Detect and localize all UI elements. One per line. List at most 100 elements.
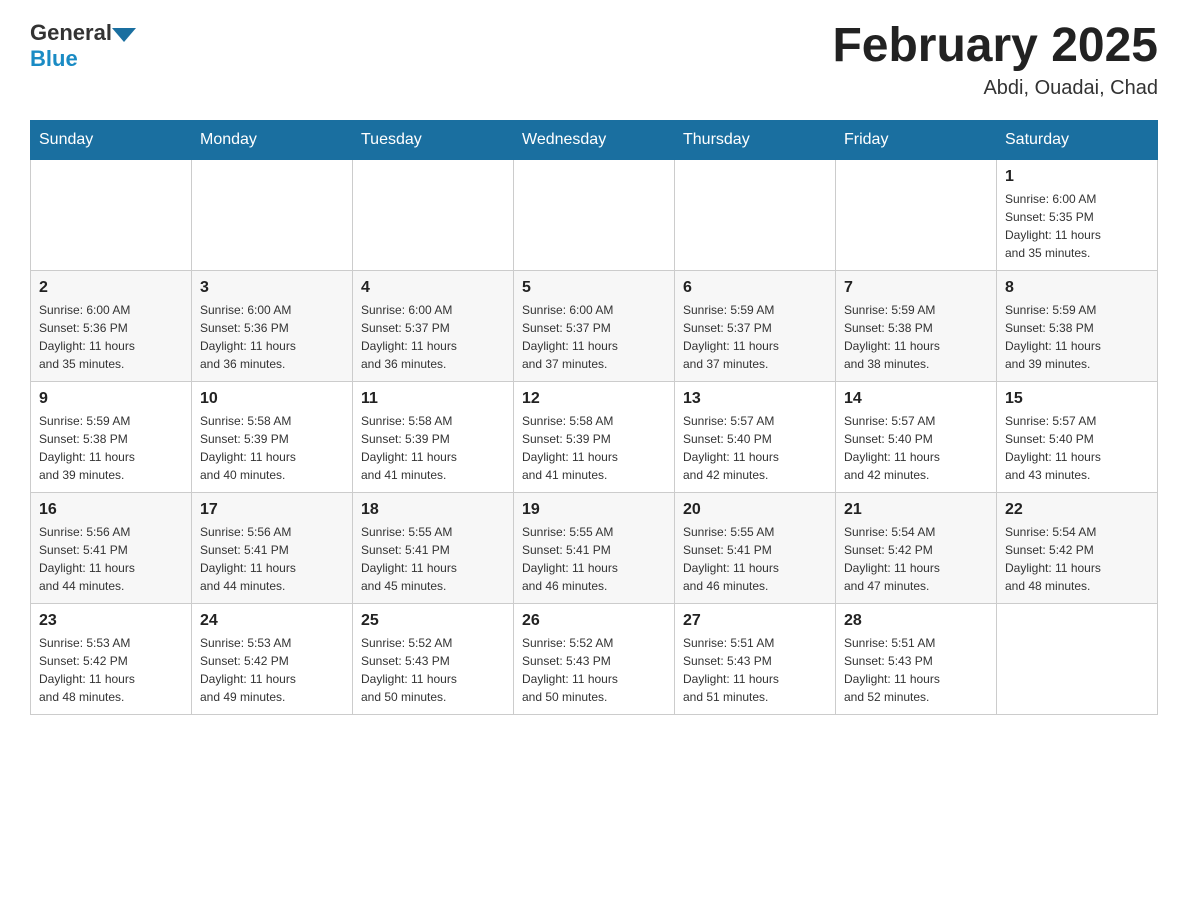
title-block: February 2025 Abdi, Ouadai, Chad <box>832 20 1158 100</box>
day-number: 4 <box>361 279 505 297</box>
day-number: 8 <box>1005 279 1149 297</box>
calendar-week-row: 9Sunrise: 5:59 AM Sunset: 5:38 PM Daylig… <box>31 381 1158 492</box>
day-number: 19 <box>522 501 666 519</box>
table-row <box>192 159 353 270</box>
day-info: Sunrise: 5:57 AM Sunset: 5:40 PM Dayligh… <box>683 412 827 484</box>
day-info: Sunrise: 5:57 AM Sunset: 5:40 PM Dayligh… <box>1005 412 1149 484</box>
day-number: 11 <box>361 390 505 408</box>
day-info: Sunrise: 6:00 AM Sunset: 5:37 PM Dayligh… <box>522 301 666 373</box>
calendar-title: February 2025 <box>832 20 1158 73</box>
day-info: Sunrise: 5:54 AM Sunset: 5:42 PM Dayligh… <box>1005 523 1149 595</box>
day-info: Sunrise: 5:58 AM Sunset: 5:39 PM Dayligh… <box>522 412 666 484</box>
day-info: Sunrise: 5:55 AM Sunset: 5:41 PM Dayligh… <box>683 523 827 595</box>
day-info: Sunrise: 5:56 AM Sunset: 5:41 PM Dayligh… <box>200 523 344 595</box>
table-row: 19 Sunrise: 5:55 AM Sunset: 5:41 PM Dayli… <box>514 492 675 603</box>
day-info: Sunrise: 5:59 AM Sunset: 5:38 PM Dayligh… <box>844 301 988 373</box>
day-number: 14 <box>844 390 988 408</box>
table-row: 28 Sunrise: 5:51 AM Sunset: 5:43 PM Dayli… <box>836 603 997 714</box>
day-number: 2 <box>39 279 183 297</box>
logo-blue-text: Blue <box>30 46 136 72</box>
table-row: 25 Sunrise: 5:52 AM Sunset: 5:43 PM Dayli… <box>353 603 514 714</box>
day-number: 26 <box>522 612 666 630</box>
table-row: 4Sunrise: 6:00 AM Sunset: 5:37 PM Daylig… <box>353 270 514 381</box>
calendar-week-row: 2 Sunrise: 6:00 AM Sunset: 5:36 PM Daylig… <box>31 270 1158 381</box>
header-sunday: Sunday <box>31 120 192 159</box>
calendar-week-row: 1 Sunrise: 6:00 AM Sunset: 5:35 PM Daylig… <box>31 159 1158 270</box>
table-row: 7Sunrise: 5:59 AM Sunset: 5:38 PM Daylig… <box>836 270 997 381</box>
day-number: 20 <box>683 501 827 519</box>
table-row: 2 Sunrise: 6:00 AM Sunset: 5:36 PM Daylig… <box>31 270 192 381</box>
table-row: 3Sunrise: 6:00 AM Sunset: 5:36 PM Daylig… <box>192 270 353 381</box>
table-row: 26Sunrise: 5:52 AM Sunset: 5:43 PM Dayli… <box>514 603 675 714</box>
day-number: 13 <box>683 390 827 408</box>
logo-general-text: General <box>30 20 112 46</box>
table-row <box>514 159 675 270</box>
day-info: Sunrise: 5:58 AM Sunset: 5:39 PM Dayligh… <box>361 412 505 484</box>
header-friday: Friday <box>836 120 997 159</box>
calendar-week-row: 23 Sunrise: 5:53 AM Sunset: 5:42 PM Dayli… <box>31 603 1158 714</box>
day-info: Sunrise: 5:56 AM Sunset: 5:41 PM Dayligh… <box>39 523 183 595</box>
day-info: Sunrise: 6:00 AM Sunset: 5:35 PM Dayligh… <box>1005 190 1149 262</box>
table-row: 1 Sunrise: 6:00 AM Sunset: 5:35 PM Daylig… <box>997 159 1158 270</box>
day-info: Sunrise: 5:58 AM Sunset: 5:39 PM Dayligh… <box>200 412 344 484</box>
day-number: 5 <box>522 279 666 297</box>
header-tuesday: Tuesday <box>353 120 514 159</box>
table-row <box>997 603 1158 714</box>
table-row: 22 Sunrise: 5:54 AM Sunset: 5:42 PM Dayli… <box>997 492 1158 603</box>
day-number: 1 <box>1005 168 1149 186</box>
day-info: Sunrise: 5:54 AM Sunset: 5:42 PM Dayligh… <box>844 523 988 595</box>
table-row: 11 Sunrise: 5:58 AM Sunset: 5:39 PM Dayli… <box>353 381 514 492</box>
day-number: 10 <box>200 390 344 408</box>
header-thursday: Thursday <box>675 120 836 159</box>
day-number: 21 <box>844 501 988 519</box>
table-row: 18Sunrise: 5:55 AM Sunset: 5:41 PM Dayli… <box>353 492 514 603</box>
table-row: 6 Sunrise: 5:59 AM Sunset: 5:37 PM Daylig… <box>675 270 836 381</box>
table-row: 20 Sunrise: 5:55 AM Sunset: 5:41 PM Dayli… <box>675 492 836 603</box>
table-row: 10 Sunrise: 5:58 AM Sunset: 5:39 PM Dayli… <box>192 381 353 492</box>
table-row <box>31 159 192 270</box>
table-row: 16 Sunrise: 5:56 AM Sunset: 5:41 PM Dayli… <box>31 492 192 603</box>
day-number: 12 <box>522 390 666 408</box>
day-info: Sunrise: 5:59 AM Sunset: 5:37 PM Dayligh… <box>683 301 827 373</box>
day-number: 28 <box>844 612 988 630</box>
table-row: 21 Sunrise: 5:54 AM Sunset: 5:42 PM Dayli… <box>836 492 997 603</box>
day-number: 9 <box>39 390 183 408</box>
day-number: 17 <box>200 501 344 519</box>
header-monday: Monday <box>192 120 353 159</box>
table-row: 13 Sunrise: 5:57 AM Sunset: 5:40 PM Dayli… <box>675 381 836 492</box>
day-number: 25 <box>361 612 505 630</box>
day-number: 24 <box>200 612 344 630</box>
header-saturday: Saturday <box>997 120 1158 159</box>
logo: General Blue <box>30 20 136 72</box>
day-info: Sunrise: 6:00 AM Sunset: 5:36 PM Dayligh… <box>39 301 183 373</box>
day-info: Sunrise: 5:51 AM Sunset: 5:43 PM Dayligh… <box>844 634 988 706</box>
day-info: Sunrise: 5:55 AM Sunset: 5:41 PM Dayligh… <box>522 523 666 595</box>
calendar-table: Sunday Monday Tuesday Wednesday Thursday… <box>30 120 1158 715</box>
day-number: 16 <box>39 501 183 519</box>
day-info: Sunrise: 5:51 AM Sunset: 5:43 PM Dayligh… <box>683 634 827 706</box>
day-number: 6 <box>683 279 827 297</box>
day-info: Sunrise: 5:53 AM Sunset: 5:42 PM Dayligh… <box>200 634 344 706</box>
page-header: General Blue February 2025 Abdi, Ouadai,… <box>30 20 1158 100</box>
table-row: 27 Sunrise: 5:51 AM Sunset: 5:43 PM Dayli… <box>675 603 836 714</box>
table-row: 14 Sunrise: 5:57 AM Sunset: 5:40 PM Dayli… <box>836 381 997 492</box>
table-row: 15 Sunrise: 5:57 AM Sunset: 5:40 PM Dayli… <box>997 381 1158 492</box>
table-row: 12 Sunrise: 5:58 AM Sunset: 5:39 PM Dayli… <box>514 381 675 492</box>
day-number: 18 <box>361 501 505 519</box>
table-row <box>353 159 514 270</box>
header-wednesday: Wednesday <box>514 120 675 159</box>
table-row: 5 Sunrise: 6:00 AM Sunset: 5:37 PM Daylig… <box>514 270 675 381</box>
table-row: 23Sunrise: 5:53 AM Sunset: 5:42 PM Dayli… <box>31 603 192 714</box>
day-number: 22 <box>1005 501 1149 519</box>
calendar-week-row: 16 Sunrise: 5:56 AM Sunset: 5:41 PM Dayli… <box>31 492 1158 603</box>
day-number: 27 <box>683 612 827 630</box>
logo-arrow-icon <box>112 28 136 42</box>
calendar-subtitle: Abdi, Ouadai, Chad <box>832 77 1158 100</box>
table-row <box>675 159 836 270</box>
day-info: Sunrise: 5:52 AM Sunset: 5:43 PM Dayligh… <box>361 634 505 706</box>
day-number: 15 <box>1005 390 1149 408</box>
day-info: Sunrise: 5:57 AM Sunset: 5:40 PM Dayligh… <box>844 412 988 484</box>
table-row: 24 Sunrise: 5:53 AM Sunset: 5:42 PM Dayli… <box>192 603 353 714</box>
day-info: Sunrise: 5:59 AM Sunset: 5:38 PM Dayligh… <box>1005 301 1149 373</box>
day-number: 23 <box>39 612 183 630</box>
